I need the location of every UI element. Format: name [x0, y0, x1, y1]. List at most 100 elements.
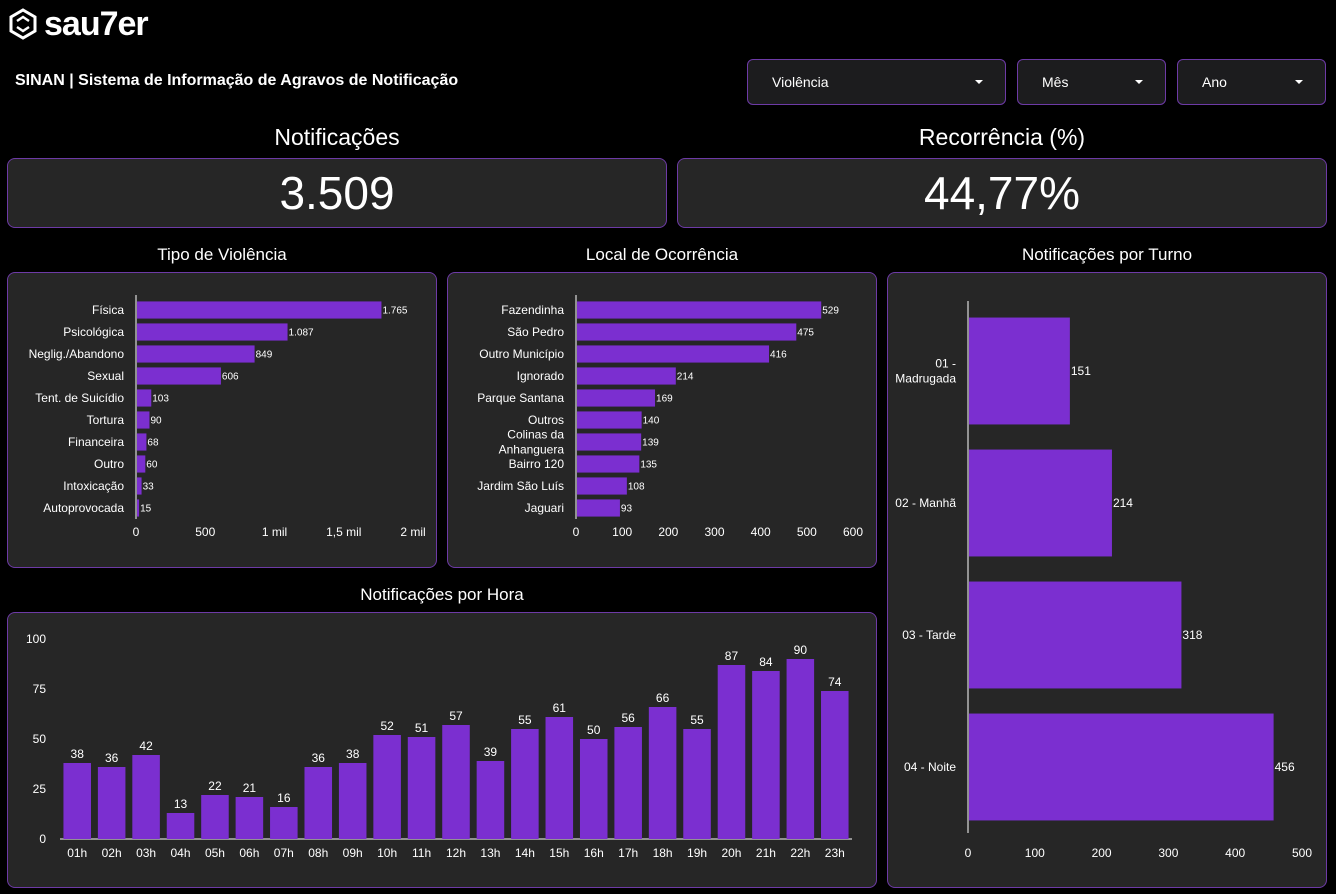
x-tick-label: 06h [239, 846, 259, 860]
value-label: 90 [794, 643, 808, 657]
value-label: 66 [656, 691, 670, 705]
chart-local-ocorrencia: 529 Fazendinha 475 São Pedro 416 Outro Municí… [477, 295, 863, 539]
chart-notificacoes-hora: 0 25 50 75 100 38 01h 36 02h 42 03h 13 04h 22 05h 21 06h… [26, 632, 852, 860]
brand-logo: sau7er [8, 5, 149, 43]
x-tick-label: 300 [704, 525, 724, 539]
x-tick-label: 100 [1025, 846, 1045, 860]
bar-tipo [137, 499, 140, 517]
filter-ano-label: Ano [1202, 74, 1227, 90]
bar-hora [338, 763, 367, 839]
value-label: 135 [640, 460, 657, 471]
bar-turno [969, 713, 1274, 821]
value-label: 416 [770, 350, 787, 361]
x-tick-label: 400 [1225, 846, 1245, 860]
bar-hora [511, 729, 539, 839]
value-label: 93 [621, 504, 633, 515]
category-label: Jardim São Luís [477, 479, 564, 493]
bar-hora [545, 717, 574, 839]
bar-tipo [137, 345, 255, 363]
value-label: 22 [208, 779, 222, 793]
x-tick-label: 100 [612, 525, 632, 539]
kpi-recorrencia-card: 44,77% [677, 158, 1327, 228]
bar-hora [407, 737, 436, 839]
bar-tipo [137, 477, 142, 495]
bar-local [577, 455, 640, 473]
value-label: 318 [1182, 628, 1202, 642]
filter-ano-dropdown[interactable]: Ano [1177, 59, 1326, 105]
bar-local [577, 499, 620, 517]
bar-turno [969, 317, 1070, 425]
x-tick-label: 22h [790, 846, 810, 860]
x-tick-label: 2 mil [400, 525, 425, 539]
x-tick-label: 16h [584, 846, 604, 860]
bar-hora [786, 659, 815, 839]
filter-violencia-dropdown[interactable]: Violência [747, 59, 1006, 105]
chart-turno-title: Notificações por Turno [1021, 245, 1193, 264]
category-label: Outro [94, 457, 124, 471]
x-tick-label: 14h [515, 846, 535, 860]
x-tick-label: 01h [67, 846, 87, 860]
value-label: 606 [222, 372, 239, 383]
bar-local [577, 411, 642, 429]
category-label: 01 -Madrugada [895, 357, 956, 386]
bar-hora [442, 725, 470, 839]
value-label: 51 [415, 721, 429, 735]
x-tick-label: 21h [756, 846, 776, 860]
x-tick-label: 12h [446, 846, 466, 860]
y-tick-label: 25 [33, 782, 47, 796]
x-tick-label: 09h [343, 846, 363, 860]
bar-turno [969, 449, 1112, 557]
x-tick-label: 11h [412, 846, 431, 860]
filter-mes-dropdown[interactable]: Mês [1017, 59, 1166, 105]
value-label: 36 [312, 751, 326, 765]
bar-local [577, 301, 822, 319]
category-label: Fazendinha [501, 303, 564, 317]
x-tick-label: 10h [377, 846, 397, 860]
category-label: Intoxicação [63, 479, 124, 493]
chart-notificacoes-turno: 151 01 -Madrugada 214 02 - Manhã 318 03 - Tar… [895, 301, 1312, 860]
bar-hora [579, 739, 608, 839]
chart-tipo-violencia: 1.765 Física 1.087 Psicológica 849 Neglig./Ab… [29, 295, 426, 539]
value-label: 214 [677, 372, 694, 383]
value-label: 21 [243, 781, 257, 795]
category-label: Tent. de Suicídio [35, 391, 124, 405]
bar-tipo [137, 455, 146, 473]
category-label: Física [92, 303, 124, 317]
value-label: 60 [146, 460, 158, 471]
bar-hora [270, 807, 298, 839]
x-tick-label: 200 [658, 525, 678, 539]
x-tick-label: 03h [136, 846, 156, 860]
value-label: 529 [822, 306, 839, 317]
bar-tipo [137, 301, 382, 319]
kpi-recorrencia-title: Recorrência (%) [918, 124, 1086, 150]
chart-hora-title: Notificações por Hora [360, 585, 524, 604]
chart-tipo-panel: 1.765 Física 1.087 Psicológica 849 Neglig./Ab… [7, 272, 437, 568]
bar-hora [235, 797, 264, 839]
y-tick-label: 75 [33, 682, 47, 696]
chevron-down-icon [1135, 80, 1143, 84]
category-label: Parque Santana [477, 391, 564, 405]
value-label: 1.087 [289, 328, 314, 339]
value-label: 42 [139, 739, 153, 753]
value-label: 61 [553, 701, 567, 715]
category-label: Jaguari [525, 501, 564, 515]
bar-local [577, 345, 770, 363]
x-tick-label: 07h [274, 846, 294, 860]
x-tick-label: 13h [480, 846, 500, 860]
value-label: 84 [759, 655, 773, 669]
bar-local [577, 389, 656, 407]
y-tick-label: 100 [26, 632, 46, 646]
value-label: 36 [105, 751, 119, 765]
value-label: 68 [147, 438, 159, 449]
x-tick-label: 02h [102, 846, 122, 860]
category-label: Outros [528, 413, 564, 427]
value-label: 55 [690, 713, 704, 727]
bar-local [577, 433, 642, 451]
bar-tipo [137, 433, 147, 451]
bar-tipo [137, 411, 150, 429]
bar-local [577, 323, 797, 341]
bar-tipo [137, 389, 152, 407]
bar-hora [683, 729, 711, 839]
value-label: 16 [277, 791, 291, 805]
chart-turno-panel: 151 01 -Madrugada 214 02 - Manhã 318 03 - Tar… [887, 272, 1327, 888]
